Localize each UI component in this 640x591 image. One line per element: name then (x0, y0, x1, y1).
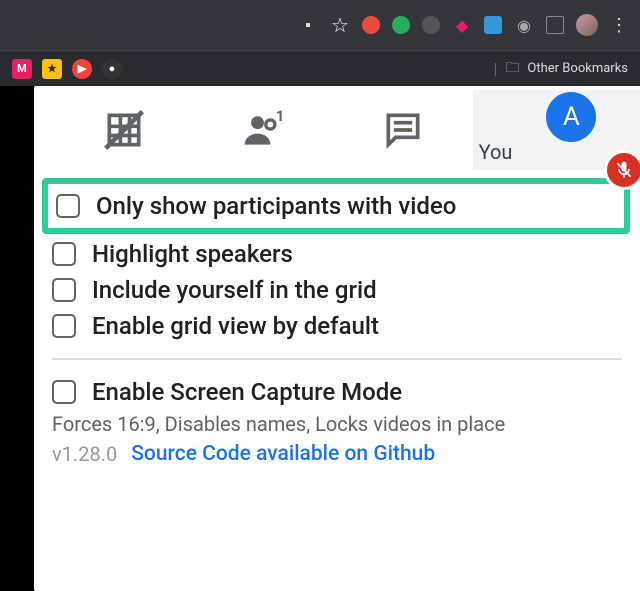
separator: | (494, 59, 498, 78)
option-label: Include yourself in the grid (92, 276, 377, 304)
bookmark-icon[interactable]: M (12, 59, 32, 79)
checkbox[interactable] (52, 242, 76, 266)
version-label: v1.28.0 (52, 442, 117, 466)
option-label: Enable grid view by default (92, 312, 379, 340)
extension-icon[interactable] (484, 16, 502, 34)
browser-toolbar: ▪ ☆ ◆ ◉ ⋮ (0, 0, 640, 50)
svg-text:1: 1 (276, 108, 284, 125)
option-label: Highlight speakers (92, 240, 293, 268)
option-include-self[interactable]: Include yourself in the grid (52, 272, 622, 308)
footer: v1.28.0 Source Code available on Github (34, 436, 640, 478)
other-bookmarks[interactable]: Other Bookmarks (527, 61, 628, 76)
star-icon[interactable]: ☆ (330, 15, 350, 35)
checkbox[interactable] (52, 380, 76, 404)
avatar-letter: A (563, 102, 580, 132)
mic-muted-icon[interactable] (604, 150, 640, 190)
meet-tabs: 1 A You (34, 90, 640, 170)
tab-people[interactable]: 1 (194, 108, 334, 152)
bookmark-bar: M ★ ▶ ● | 🗀 Other Bookmarks (0, 50, 640, 86)
checkbox[interactable] (56, 194, 80, 218)
extension-icon[interactable] (362, 16, 380, 34)
menu-icon[interactable]: ⋮ (610, 15, 630, 36)
highlighted-option: Only show participants with video (42, 178, 630, 234)
checkbox[interactable] (52, 278, 76, 302)
extension-icon[interactable] (392, 16, 410, 34)
avatar: A (546, 92, 596, 142)
folder-icon: 🗀 (505, 57, 519, 81)
option-highlight-speakers[interactable]: Highlight speakers (52, 236, 622, 272)
option-description: Forces 16:9, Disables names, Locks video… (52, 412, 622, 436)
divider (52, 358, 622, 360)
content-area: 1 A You (0, 86, 640, 591)
source-link[interactable]: Source Code available on Github (131, 442, 435, 466)
extension-grid-icon[interactable] (546, 16, 564, 34)
extension-panel: 1 A You (34, 86, 640, 591)
option-label: Enable Screen Capture Mode (92, 378, 402, 406)
extension-icon[interactable] (422, 16, 440, 34)
tab-grid[interactable] (54, 108, 194, 152)
profile-avatar[interactable] (576, 14, 598, 36)
bookmark-icon[interactable]: ▶ (72, 59, 92, 79)
bookmark-icon[interactable]: ★ (42, 59, 62, 79)
checkbox[interactable] (52, 314, 76, 338)
options-list: Only show participants with video Highli… (34, 170, 640, 436)
option-enable-default[interactable]: Enable grid view by default (52, 308, 622, 344)
option-only-video[interactable]: Only show participants with video (56, 190, 616, 222)
extension-icon[interactable]: ◆ (452, 15, 472, 35)
you-label: You (473, 140, 513, 164)
bookmark-icon[interactable]: ● (102, 59, 122, 79)
option-screen-capture[interactable]: Enable Screen Capture Mode (52, 374, 622, 410)
extension-icon[interactable]: ◉ (514, 15, 534, 35)
option-label: Only show participants with video (96, 192, 456, 220)
tab-chat[interactable] (333, 108, 473, 152)
camera-icon[interactable]: ▪ (298, 15, 318, 35)
